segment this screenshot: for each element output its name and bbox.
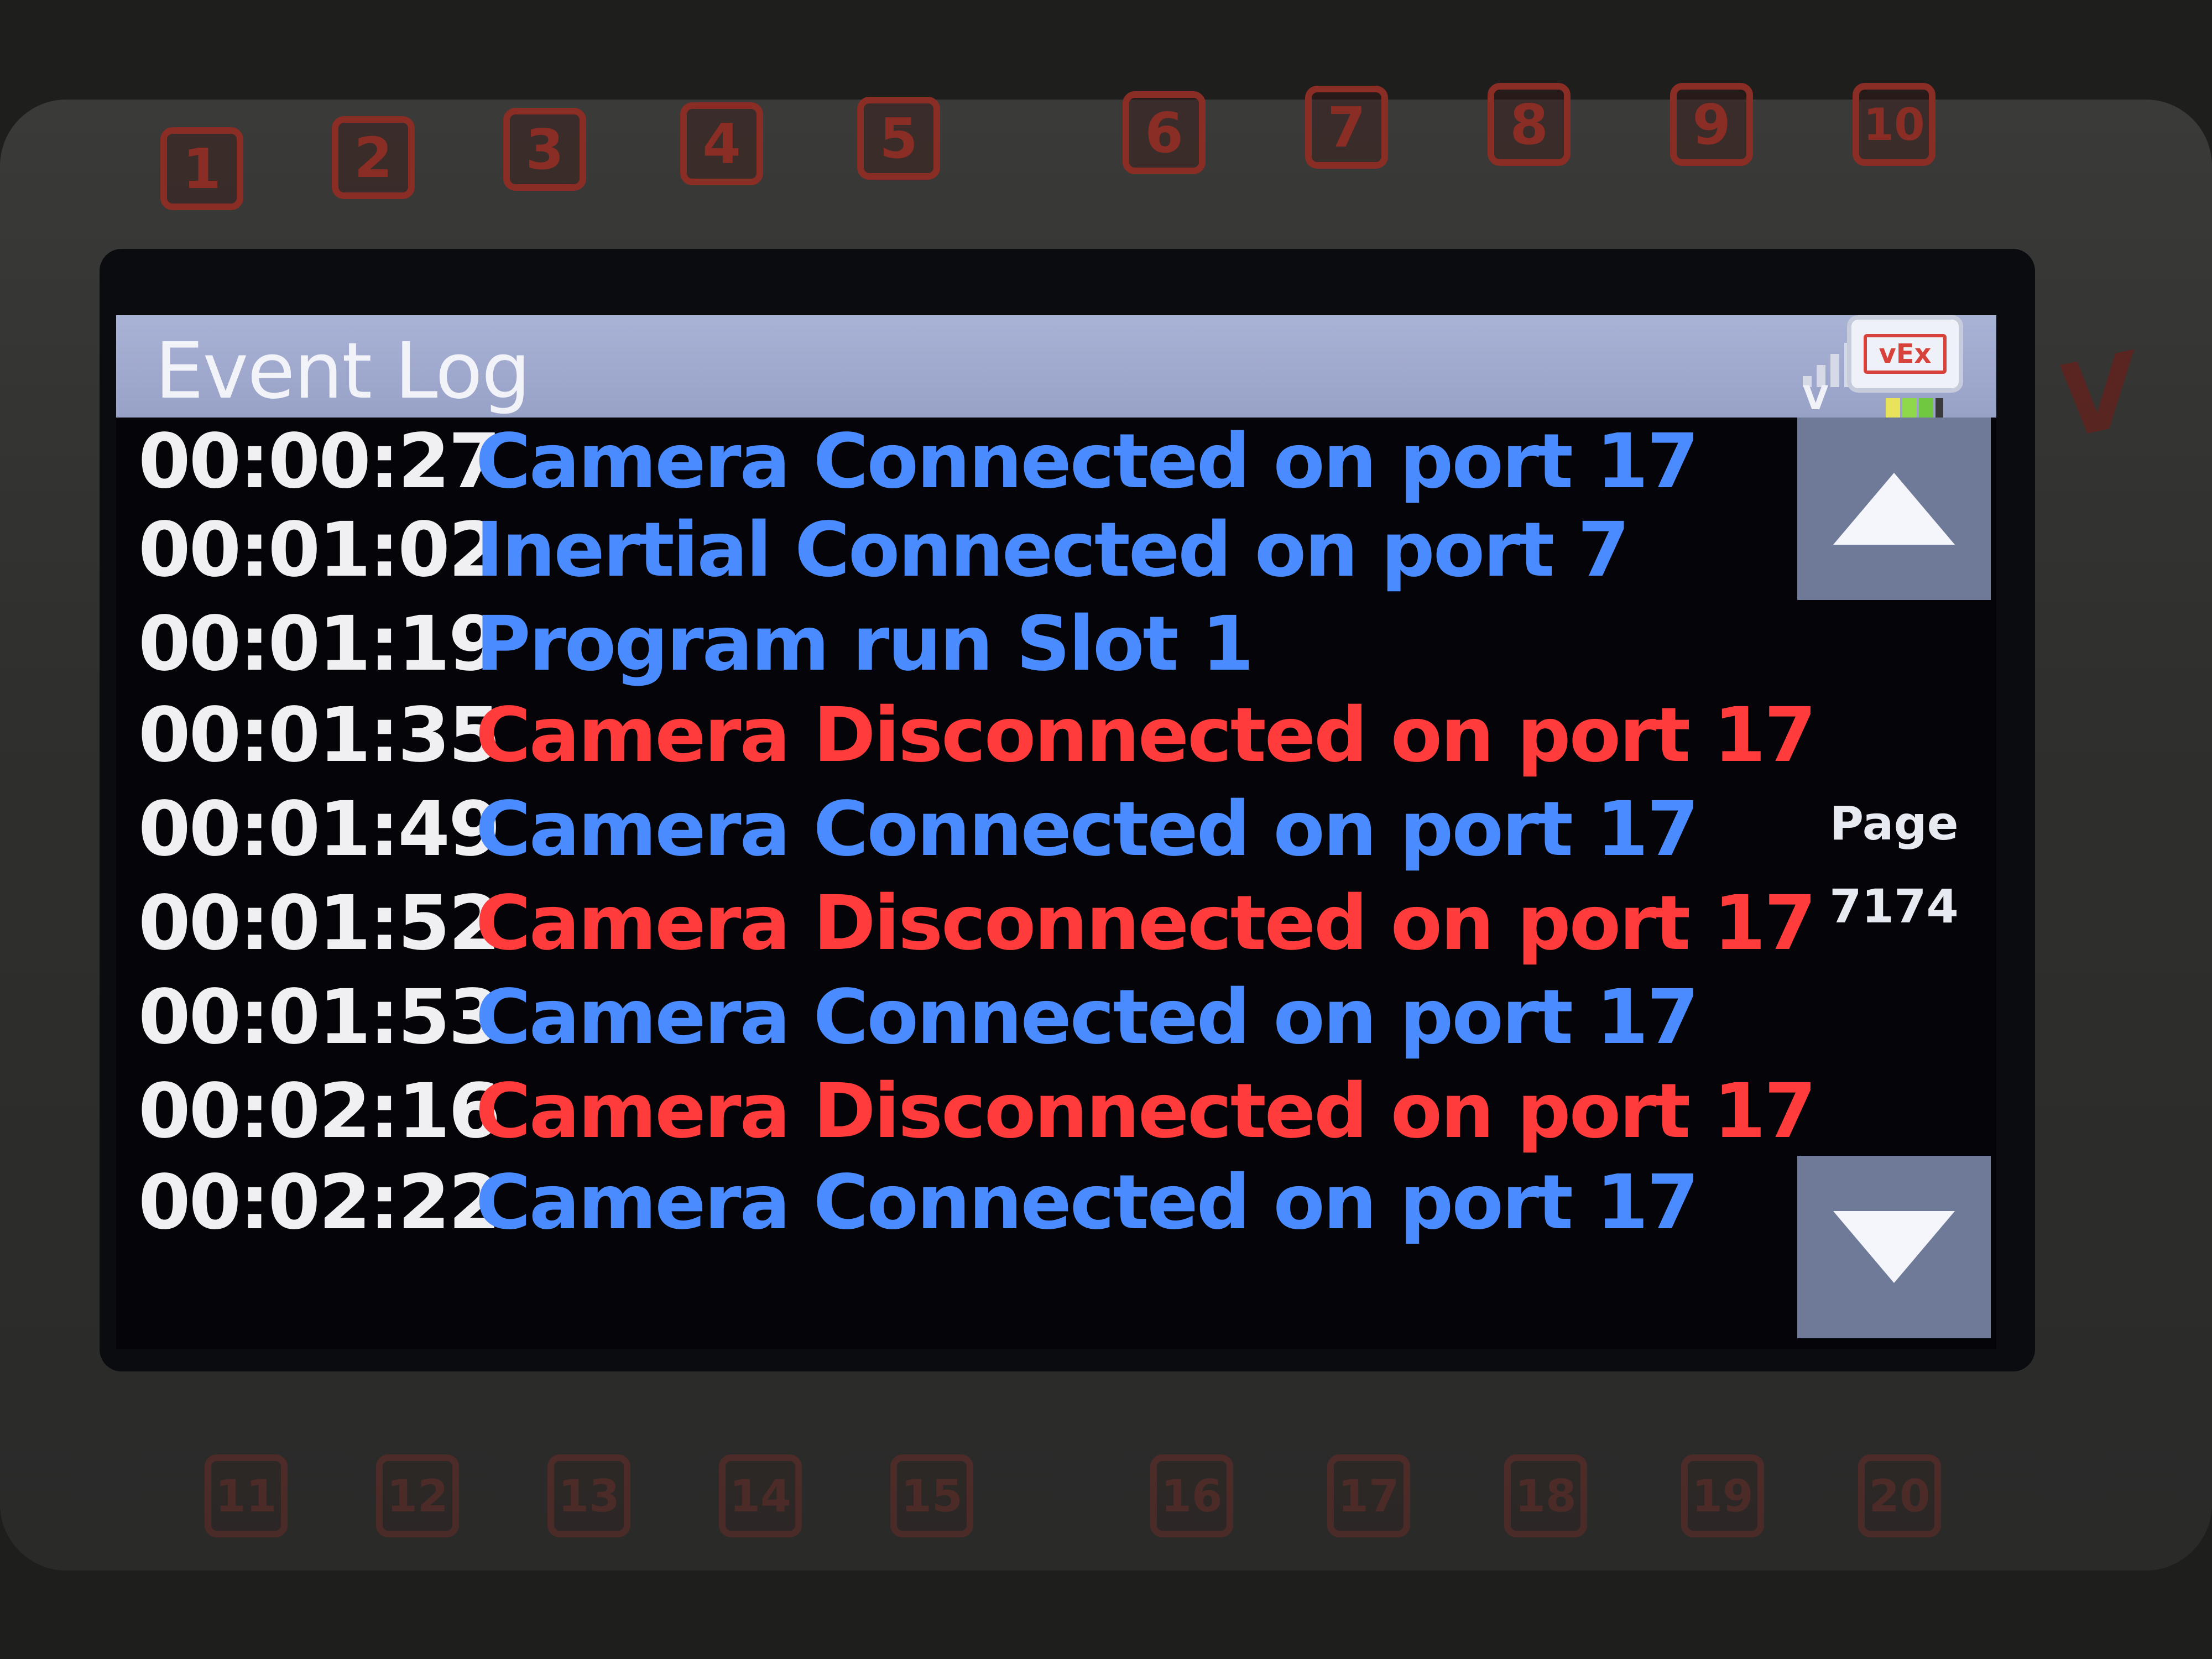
log-timestamp: 00:02:22 <box>138 1159 501 1246</box>
brain-icon-text: vEx <box>1864 334 1947 374</box>
top-port-row: 1 2 3 4 5 6 7 8 9 10 <box>0 83 2212 210</box>
log-entry: 00:01:49Camera Connected on port 17 <box>138 785 1699 874</box>
battery-icon <box>1886 398 1947 420</box>
brain-screen: Event Log V vEx 00:00:27Camera Connected… <box>116 315 1996 1349</box>
bottom-port-row: 11 12 13 14 15 16 17 18 19 20 <box>0 1443 2212 1554</box>
port-label: 13 <box>547 1454 630 1537</box>
log-entry: 00:02:22Camera Connected on port 17 <box>138 1159 1699 1247</box>
log-entry: 00:00:27Camera Connected on port 17 <box>138 418 1699 506</box>
log-entry: 00:01:52Camera Disconnected on port 17 <box>138 879 1817 968</box>
log-timestamp: 00:01:52 <box>138 880 501 967</box>
log-entry: 00:02:16Camera Disconnected on port 17 <box>138 1067 1817 1156</box>
log-message: Camera Disconnected on port 17 <box>476 692 1817 779</box>
log-timestamp: 00:01:19 <box>138 601 501 688</box>
port-label: 2 <box>332 116 415 199</box>
page-title: Event Log <box>155 326 531 416</box>
log-entry: 00:01:53Camera Connected on port 17 <box>138 973 1699 1062</box>
log-timestamp: 00:01:35 <box>138 692 501 779</box>
log-entry: 00:01:35Camera Disconnected on port 17 <box>138 691 1817 780</box>
port-label: 4 <box>680 102 763 185</box>
port-label: 18 <box>1504 1454 1587 1537</box>
log-timestamp: 00:01:49 <box>138 786 501 873</box>
log-message: Program run Slot 1 <box>476 601 1254 688</box>
port-label: 20 <box>1858 1454 1941 1537</box>
log-timestamp: 00:01:02 <box>138 507 501 594</box>
log-message: Inertial Connected on port 7 <box>476 507 1630 594</box>
log-message: Camera Connected on port 17 <box>476 418 1699 505</box>
log-timestamp: 00:02:16 <box>138 1068 501 1155</box>
port-label: 1 <box>160 127 243 210</box>
log-message: Camera Disconnected on port 17 <box>476 880 1817 967</box>
port-label: 9 <box>1670 83 1753 166</box>
log-message: Camera Connected on port 17 <box>476 786 1699 873</box>
signal-letter: V <box>1803 379 1829 418</box>
scroll-up-button[interactable] <box>1797 418 1991 600</box>
log-timestamp: 00:01:53 <box>138 974 501 1061</box>
page-number: 7174 <box>1829 879 1959 933</box>
event-log-list[interactable]: 00:00:27Camera Connected on port 17 00:0… <box>138 418 1825 1302</box>
log-entry: 00:01:19Program run Slot 1 <box>138 600 1254 688</box>
arrow-down-icon <box>1833 1211 1955 1283</box>
port-label: 12 <box>376 1454 459 1537</box>
port-label: 3 <box>503 108 586 191</box>
page-label: Page <box>1829 796 1959 851</box>
log-entry: 00:01:02Inertial Connected on port 7 <box>138 506 1630 594</box>
port-label: 5 <box>857 97 940 180</box>
port-label: 7 <box>1305 86 1388 169</box>
vex-brain-icon[interactable]: vEx <box>1847 315 1963 393</box>
port-label: 11 <box>205 1454 288 1537</box>
port-label: 8 <box>1488 83 1571 166</box>
port-label: 6 <box>1123 91 1206 174</box>
log-message: Camera Connected on port 17 <box>476 1159 1699 1246</box>
arrow-up-icon <box>1833 473 1955 545</box>
scroll-down-button[interactable] <box>1797 1156 1991 1338</box>
port-label: 14 <box>719 1454 802 1537</box>
log-message: Camera Connected on port 17 <box>476 974 1699 1061</box>
log-timestamp: 00:00:27 <box>138 418 501 505</box>
port-label: 16 <box>1150 1454 1233 1537</box>
port-label: 10 <box>1853 83 1936 166</box>
port-label: 19 <box>1681 1454 1764 1537</box>
title-bar: Event Log V vEx <box>116 315 1996 420</box>
port-label: 15 <box>890 1454 973 1537</box>
log-message: Camera Disconnected on port 17 <box>476 1068 1817 1155</box>
port-label: 17 <box>1327 1454 1410 1537</box>
